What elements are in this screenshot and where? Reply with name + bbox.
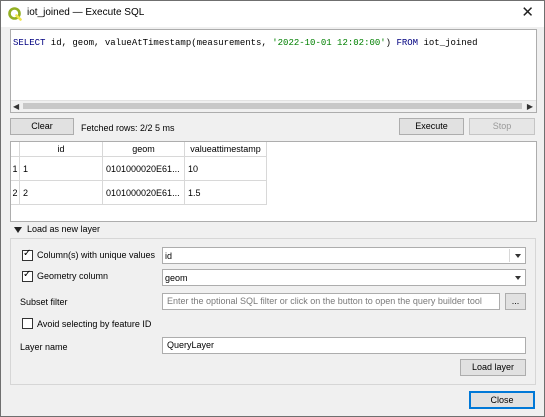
load-layer-options: ✓ Column(s) with unique values id ✓ Geom… bbox=[10, 238, 536, 385]
table-cell[interactable]: 0101000020E61... bbox=[103, 181, 185, 205]
fetched-rows-status: Fetched rows: 2/2 5 ms bbox=[81, 123, 175, 133]
layer-name-input[interactable]: QueryLayer bbox=[162, 337, 526, 354]
window-title: iot_joined — Execute SQL bbox=[27, 7, 145, 18]
clear-button[interactable]: Clear bbox=[10, 118, 74, 135]
execute-sql-dialog: iot_joined — Execute SQL ✕ SELECT id, ge… bbox=[0, 0, 545, 417]
chevron-down-icon bbox=[515, 254, 521, 258]
row-header[interactable]: 1 bbox=[11, 157, 20, 181]
table-corner bbox=[11, 142, 20, 157]
layer-name-label: Layer name bbox=[20, 342, 68, 352]
scroll-left-icon[interactable]: ◀ bbox=[13, 102, 19, 111]
title-bar: iot_joined — Execute SQL ✕ bbox=[1, 1, 544, 27]
scroll-right-icon[interactable]: ▶ bbox=[527, 102, 533, 111]
unique-values-label: Column(s) with unique values bbox=[37, 250, 156, 260]
geometry-column-checkbox[interactable]: ✓ bbox=[22, 269, 33, 282]
results-table: id geom valueattimestamp 1 1 0101000020E… bbox=[10, 141, 537, 222]
qgis-icon bbox=[8, 7, 22, 21]
unique-values-selected: id bbox=[165, 251, 173, 261]
close-icon[interactable]: ✕ bbox=[521, 5, 534, 20]
avoid-selecting-checkbox[interactable] bbox=[22, 318, 33, 329]
sql-editor[interactable]: SELECT id, geom, valueAtTimestamp(measur… bbox=[10, 29, 537, 113]
column-header-id[interactable]: id bbox=[20, 142, 103, 157]
geometry-column-label: Geometry column bbox=[37, 271, 109, 281]
execute-button[interactable]: Execute bbox=[399, 118, 464, 135]
expand-arrow-icon bbox=[14, 227, 22, 233]
table-cell[interactable]: 2 bbox=[20, 181, 103, 205]
close-button[interactable]: Close bbox=[469, 391, 535, 409]
table-cell[interactable]: 10 bbox=[185, 157, 267, 181]
column-header-valueattimestamp[interactable]: valueattimestamp bbox=[185, 142, 267, 157]
table-cell[interactable]: 1.5 bbox=[185, 181, 267, 205]
load-as-layer-label: Load as new layer bbox=[27, 224, 101, 234]
horizontal-scrollbar[interactable]: ◀ ▶ bbox=[11, 100, 536, 112]
subset-filter-input[interactable]: Enter the optional SQL filter or click o… bbox=[162, 293, 500, 310]
column-header-geom[interactable]: geom bbox=[103, 142, 185, 157]
checkmark-icon: ✓ bbox=[23, 248, 32, 259]
row-header[interactable]: 2 bbox=[11, 181, 20, 205]
sql-keyword-select: SELECT bbox=[13, 38, 46, 48]
checkmark-icon: ✓ bbox=[23, 269, 32, 280]
geometry-column-combo[interactable]: geom bbox=[162, 269, 526, 286]
sql-query-text[interactable]: SELECT id, geom, valueAtTimestamp(measur… bbox=[13, 38, 478, 48]
combo-divider bbox=[509, 249, 510, 262]
sql-keyword-from: FROM bbox=[396, 38, 419, 48]
unique-values-checkbox[interactable]: ✓ bbox=[22, 248, 33, 261]
table-cell[interactable]: 1 bbox=[20, 157, 103, 181]
query-builder-button[interactable]: ... bbox=[505, 293, 526, 310]
load-layer-button[interactable]: Load layer bbox=[460, 359, 526, 376]
unique-values-combo[interactable]: id bbox=[162, 247, 526, 264]
avoid-selecting-label: Avoid selecting by feature ID bbox=[37, 319, 152, 329]
stop-button[interactable]: Stop bbox=[469, 118, 535, 135]
sql-close-paren: ) bbox=[385, 38, 397, 48]
table-cell[interactable]: 0101000020E61... bbox=[103, 157, 185, 181]
geometry-column-selected: geom bbox=[165, 273, 188, 283]
sql-timestamp-string: '2022-10-01 12:02:00' bbox=[272, 38, 386, 48]
scrollbar-thumb[interactable] bbox=[23, 103, 522, 109]
sql-table-name: iot_joined bbox=[418, 38, 478, 48]
chevron-down-icon bbox=[515, 276, 521, 280]
sql-columns: id, geom, valueAtTimestamp(measurements, bbox=[45, 38, 273, 48]
subset-filter-label: Subset filter bbox=[20, 297, 68, 307]
